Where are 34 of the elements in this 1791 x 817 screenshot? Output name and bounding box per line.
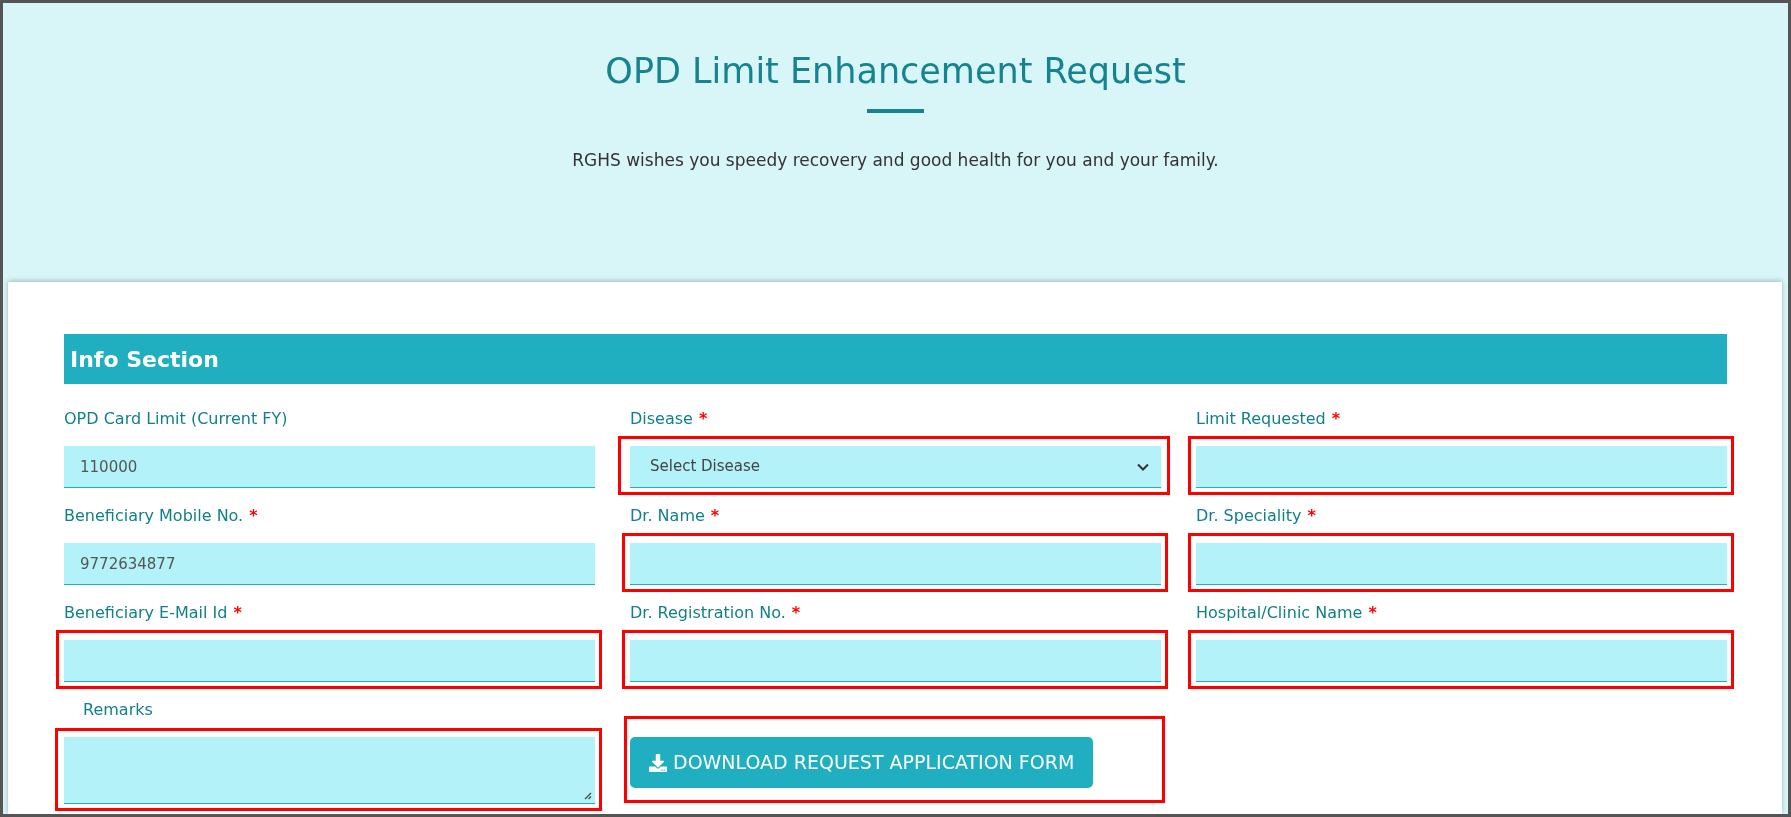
text-field[interactable]: [1196, 543, 1727, 585]
field-label: Remarks: [83, 699, 153, 721]
required-asterisk: *: [233, 602, 242, 624]
page-title: OPD Limit Enhancement Request: [605, 51, 1186, 91]
required-asterisk: *: [1307, 505, 1316, 527]
required-asterisk: *: [710, 505, 720, 527]
resize-grip-icon: [584, 792, 592, 800]
field-label: Disease: [630, 408, 693, 430]
text-field[interactable]: [1196, 640, 1727, 682]
field-label: Dr. Speciality: [1196, 505, 1302, 527]
field-label: Limit Requested: [1196, 408, 1326, 430]
page-subtitle: RGHS wishes you speedy recovery and good health for you and your family.: [572, 149, 1219, 172]
field-label: Dr. Registration No.: [630, 602, 786, 624]
text-field[interactable]: [630, 543, 1161, 585]
required-asterisk: *: [791, 602, 801, 624]
text-area-field[interactable]: [64, 737, 595, 804]
field-label: OPD Card Limit (Current FY): [64, 408, 288, 430]
text-field[interactable]: [1196, 446, 1727, 488]
text-field[interactable]: [64, 640, 595, 682]
required-asterisk: *: [1368, 602, 1377, 624]
field-label: Beneficiary E-Mail Id: [64, 602, 228, 624]
field-label: Hospital/Clinic Name: [1196, 602, 1363, 624]
text-field[interactable]: [630, 640, 1161, 682]
required-asterisk: *: [249, 505, 258, 527]
required-asterisk: *: [1331, 408, 1341, 430]
text-field[interactable]: 110000: [64, 446, 595, 488]
section-title: Info Section: [70, 345, 219, 374]
chevron-down-icon: [1137, 462, 1149, 471]
text-field[interactable]: 9772634877: [64, 543, 595, 585]
download-icon: [649, 753, 667, 772]
required-asterisk: *: [698, 408, 708, 430]
field-label: Beneficiary Mobile No.: [64, 505, 244, 527]
field-label: Dr. Name: [630, 505, 705, 527]
dropdown-select[interactable]: Select Disease: [630, 446, 1161, 488]
